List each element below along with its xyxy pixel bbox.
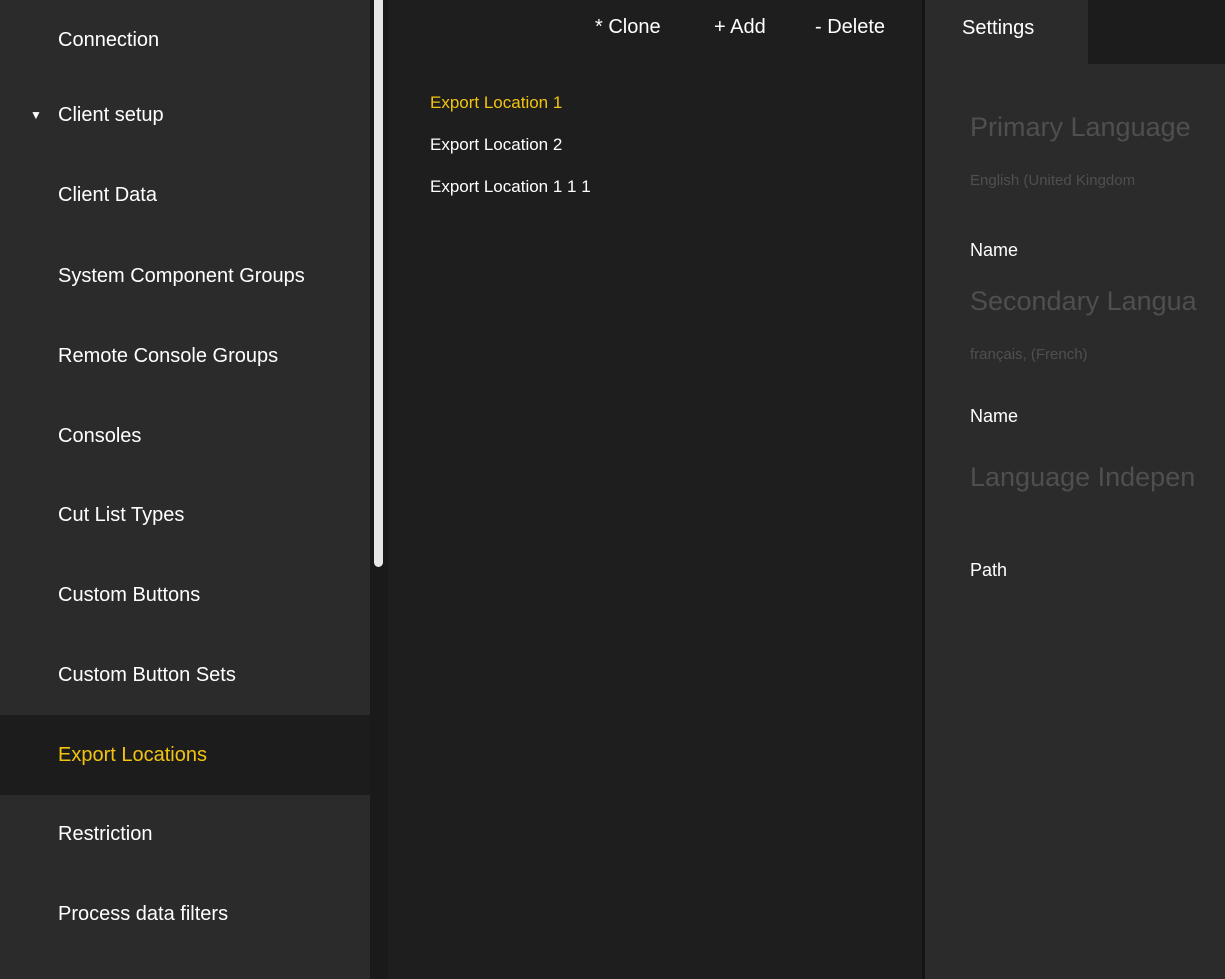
sidebar-item-custom-buttons[interactable]: Custom Buttons (0, 555, 370, 635)
settings-tab-strip (1088, 0, 1225, 64)
sidebar-item-label: Custom Button Sets (58, 663, 236, 686)
sidebar-item-system-component-groups[interactable]: System Component Groups (0, 236, 370, 316)
sidebar-item-label: Cut List Types (58, 503, 185, 526)
sidebar-item-label: Remote Console Groups (58, 344, 279, 367)
sidebar-item-export-locations[interactable]: Export Locations (0, 715, 370, 795)
sidebar-item-label: Custom Buttons (58, 583, 201, 606)
sidebar-item-client-setup[interactable]: ▼ Client setup (0, 75, 370, 155)
primary-language-title: Primary Language (970, 112, 1191, 142)
secondary-language-value: français, (French) (970, 346, 1088, 363)
add-button[interactable]: + Add (714, 16, 766, 39)
sidebar-item-label: Process data filters (58, 902, 229, 925)
sidebar-item-connection[interactable]: Connection (0, 0, 370, 80)
sidebar-item-label: Restriction (58, 822, 153, 845)
sidebar-item-restriction[interactable]: Restriction (0, 794, 370, 874)
list-item-export-location-2[interactable]: Export Location 2 (430, 135, 562, 155)
path-label: Path (970, 560, 1008, 580)
settings-pane: Settings Primary Language English (Unite… (925, 0, 1225, 979)
primary-language-value: English (United Kingdom (970, 172, 1136, 189)
sidebar-item-consoles[interactable]: Consoles (0, 396, 370, 476)
sidebar-item-process-data-filters[interactable]: Process data filters (0, 874, 370, 954)
sidebar-item-label: System Component Groups (58, 264, 305, 287)
sidebar-item-label: Client setup (58, 103, 164, 126)
sidebar-scrollbar-thumb[interactable] (374, 0, 383, 567)
clone-button[interactable]: * Clone (595, 16, 661, 39)
list-item-export-location-1-1-1[interactable]: Export Location 1 1 1 (430, 177, 591, 197)
delete-button[interactable]: - Delete (815, 16, 885, 39)
export-location-list-pane: * Clone + Add - Delete Export Location 1… (388, 0, 922, 979)
triangle-down-icon: ▼ (30, 108, 42, 122)
sidebar-item-remote-console-groups[interactable]: Remote Console Groups (0, 316, 370, 396)
language-independent-title: Language Indepen (970, 462, 1196, 492)
sidebar-item-custom-button-sets[interactable]: Custom Button Sets (0, 635, 370, 715)
sidebar-item-label: Connection (58, 28, 160, 51)
secondary-language-title: Secondary Langua (970, 286, 1197, 316)
sidebar-item-label: Export Locations (58, 743, 207, 766)
list-item-export-location-1[interactable]: Export Location 1 (430, 93, 562, 113)
tab-settings[interactable]: Settings (925, 0, 1088, 64)
sidebar: Connection ▼ Client setup Client Data Sy… (0, 0, 370, 979)
sidebar-item-client-data[interactable]: Client Data (0, 155, 370, 235)
sidebar-item-cut-list-types[interactable]: Cut List Types (0, 475, 370, 555)
secondary-name-label: Name (970, 406, 1019, 426)
sidebar-item-label: Consoles (58, 424, 142, 447)
primary-name-label: Name (970, 240, 1019, 260)
sidebar-item-label: Client Data (58, 183, 157, 206)
